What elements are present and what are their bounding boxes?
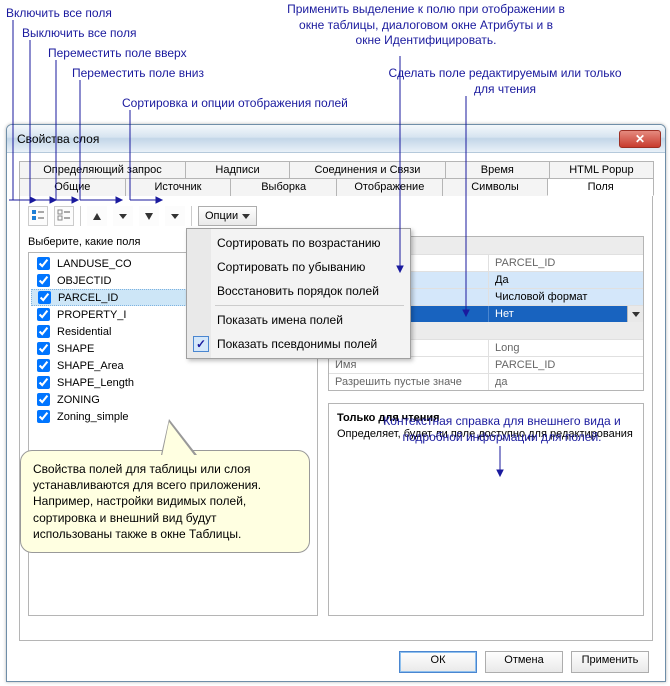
move-up-icon[interactable] xyxy=(87,206,107,226)
menu-item[interactable]: Показать псевдонимы полей✓ xyxy=(189,332,408,356)
context-help-title: Только для чтения xyxy=(337,412,635,424)
tab-source[interactable]: Источник xyxy=(125,178,232,196)
field-checkbox[interactable] xyxy=(37,274,50,287)
turn-off-all-icon[interactable] xyxy=(54,206,74,226)
property-value[interactable]: Числовой формат xyxy=(489,289,643,305)
field-checkbox[interactable] xyxy=(37,393,50,406)
menu-item[interactable]: Восстановить порядок полей xyxy=(189,279,408,303)
move-up-dropdown-icon[interactable] xyxy=(113,206,133,226)
options-label: Опции xyxy=(205,210,238,222)
tab-row-1: Определяющий запрос Надписи Соединения и… xyxy=(19,161,653,178)
ok-button[interactable]: ОК xyxy=(399,651,477,673)
context-help-body: Определяет, будет ли поле доступно для р… xyxy=(337,428,635,440)
toolbar-divider-2 xyxy=(191,206,192,226)
field-checkbox[interactable] xyxy=(37,410,50,423)
property-key: Разрешить пустые значе xyxy=(329,374,489,390)
property-key: Имя xyxy=(329,357,489,373)
options-button[interactable]: Опции xyxy=(198,206,257,226)
callout-balloon: Свойства полей для таблицы или слоя уста… xyxy=(20,450,310,553)
property-value[interactable]: PARCEL_ID xyxy=(489,255,643,271)
annotation-highlight: Применить выделение к полю при отображен… xyxy=(286,2,566,49)
field-name: SHAPE_Area xyxy=(57,360,124,372)
annotation-move-down: Переместить поле вниз xyxy=(72,66,204,82)
property-value[interactable]: Long xyxy=(489,340,643,356)
move-down-icon[interactable] xyxy=(139,206,159,226)
field-checkbox[interactable] xyxy=(38,291,51,304)
field-name: ZONING xyxy=(57,394,100,406)
field-row[interactable]: ZONING xyxy=(31,391,315,408)
tab-joins[interactable]: Соединения и Связи xyxy=(289,161,446,178)
tab-general[interactable]: Общие xyxy=(19,178,126,196)
tab-html-popup[interactable]: HTML Popup xyxy=(549,161,654,178)
field-name: PROPERTY_I xyxy=(57,309,127,321)
tab-fields[interactable]: Поля xyxy=(547,178,654,196)
annotation-move-up: Переместить поле вверх xyxy=(48,46,187,62)
dialog-title: Свойства слоя xyxy=(17,132,619,146)
apply-button[interactable]: Применить xyxy=(571,651,649,673)
move-down-dropdown-icon[interactable] xyxy=(165,206,185,226)
tab-symbology[interactable]: Символы xyxy=(442,178,549,196)
menu-item[interactable]: Показать имена полей xyxy=(189,308,408,332)
property-value[interactable]: PARCEL_ID xyxy=(489,357,643,373)
annotation-editable: Сделать поле редактируемым или только дл… xyxy=(380,66,630,97)
field-name: SHAPE xyxy=(57,343,94,355)
tab-display[interactable]: Отображение xyxy=(336,178,443,196)
tab-labels[interactable]: Надписи xyxy=(185,161,290,178)
field-name: Residential xyxy=(57,326,111,338)
dialog-button-row: ОК Отмена Применить xyxy=(19,641,653,673)
field-name: Zoning_simple xyxy=(57,411,129,423)
tab-time[interactable]: Время xyxy=(445,161,550,178)
field-checkbox[interactable] xyxy=(37,325,50,338)
property-value[interactable]: Да xyxy=(489,272,643,288)
field-checkbox[interactable] xyxy=(37,359,50,372)
dropdown-indicator-icon[interactable] xyxy=(627,306,643,322)
menu-item[interactable]: Сортировать по убыванию xyxy=(189,255,408,279)
cancel-button[interactable]: Отмена xyxy=(485,651,563,673)
property-value[interactable]: да xyxy=(489,374,643,390)
titlebar: Свойства слоя ✕ xyxy=(7,125,665,153)
field-name: OBJECTID xyxy=(57,275,111,287)
options-caret-icon xyxy=(242,214,250,219)
annotation-turn-on: Включить все поля xyxy=(6,6,112,22)
field-name: PARCEL_ID xyxy=(58,292,118,304)
context-help-panel: Только для чтения Определяет, будет ли п… xyxy=(328,403,644,616)
field-checkbox[interactable] xyxy=(37,342,50,355)
field-name: LANDUSE_CO xyxy=(57,258,132,270)
tab-row-2: Общие Источник Выборка Отображение Симво… xyxy=(19,178,653,196)
menu-separator xyxy=(215,305,404,306)
field-row[interactable]: SHAPE_Area xyxy=(31,357,315,374)
options-menu: Сортировать по возрастаниюСортировать по… xyxy=(186,228,411,359)
check-icon: ✓ xyxy=(193,336,209,352)
tab-selection[interactable]: Выборка xyxy=(230,178,337,196)
annotation-turn-off: Выключить все поля xyxy=(22,26,136,42)
property-row[interactable]: Разрешить пустые значеда xyxy=(329,373,643,390)
field-checkbox[interactable] xyxy=(37,376,50,389)
annotation-sort-options: Сортировка и опции отображения полей xyxy=(122,96,348,112)
turn-on-all-icon[interactable] xyxy=(28,206,48,226)
field-checkbox[interactable] xyxy=(37,308,50,321)
layer-properties-dialog: Свойства слоя ✕ Определяющий запрос Надп… xyxy=(6,124,666,682)
property-value[interactable]: Нет xyxy=(489,306,643,322)
field-checkbox[interactable] xyxy=(37,257,50,270)
close-button[interactable]: ✕ xyxy=(619,130,661,148)
tab-def-query[interactable]: Определяющий запрос xyxy=(19,161,186,178)
field-row[interactable]: SHAPE_Length xyxy=(31,374,315,391)
toolbar-divider xyxy=(80,206,81,226)
menu-item[interactable]: Сортировать по возрастанию xyxy=(189,231,408,255)
fields-toolbar: Опции xyxy=(28,204,644,228)
field-name: SHAPE_Length xyxy=(57,377,134,389)
